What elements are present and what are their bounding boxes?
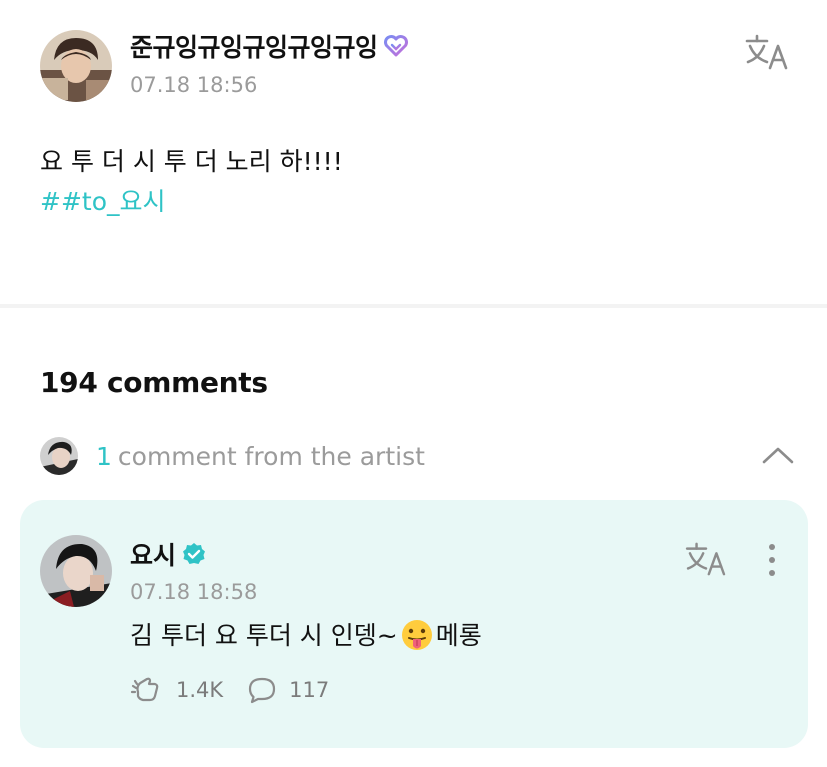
comment-author-label: 요시: [130, 541, 177, 570]
heart-badge-icon: [383, 34, 409, 58]
artist-comments-toggle[interactable]: 1 comment from the artist: [40, 432, 795, 480]
comment-text-after: 메롱: [435, 621, 482, 650]
comment-timestamp: 07.18 18:58: [130, 580, 258, 604]
artist-comment-count: 1: [96, 441, 112, 471]
comment-like-count: 1.4K: [176, 678, 224, 702]
tongue-out-emoji-icon: [400, 619, 434, 653]
section-divider: [0, 304, 827, 308]
comment-text: 김 투더 요 투더 시 인뎅~ 메롱: [130, 616, 482, 656]
post-translate-button[interactable]: [745, 34, 789, 70]
artist-comment-text: comment from the artist: [117, 441, 425, 471]
verified-badge-icon: [182, 542, 206, 566]
comments-count-heading: 194 comments: [40, 366, 268, 399]
more-vertical-icon: [769, 544, 775, 576]
artist-mini-avatar: [40, 437, 78, 475]
post-author-label: 준규잉규잉규잉규잉규잉: [130, 33, 378, 62]
post-body: 요 투 더 시 투 더 노리 하!!!! ##to_요시: [40, 142, 343, 222]
post-hashtag-link[interactable]: ##to_요시: [40, 182, 343, 222]
comment-author-avatar[interactable]: [40, 535, 112, 607]
translate-icon: [685, 542, 726, 576]
post-timestamp: 07.18 18:56: [130, 73, 258, 97]
post-text: 요 투 더 시 투 더 노리 하!!!!: [40, 147, 343, 176]
comment-more-button[interactable]: [760, 543, 784, 579]
translate-icon: [745, 34, 788, 70]
post-author-avatar[interactable]: [40, 30, 112, 102]
cheer-icon: [130, 677, 159, 702]
post-detail-page: 준규잉규잉규잉규잉규잉 07.18 18:56 요 투 더 시 투 더 노리 하…: [0, 0, 827, 767]
chevron-up-icon[interactable]: [761, 444, 795, 466]
comment-actions: 1.4K 117: [130, 676, 329, 704]
comment-like-button[interactable]: 1.4K: [130, 676, 223, 704]
comment-bubble-icon: [249, 677, 276, 704]
comment-reply-button[interactable]: 117: [247, 676, 329, 704]
comment-reply-count: 117: [289, 678, 330, 702]
artist-comments-label: 1 comment from the artist: [96, 442, 425, 471]
comment-translate-button[interactable]: [685, 542, 727, 576]
comment-text-before: 김 투더 요 투더 시 인뎅~: [130, 621, 398, 650]
comment-author-name[interactable]: 요시: [130, 536, 206, 572]
post-author-name[interactable]: 준규잉규잉규잉규잉규잉: [130, 28, 409, 64]
artist-comment-card: 요시 07.18 18:58 김 투더 요 투더 시 인뎅~ 메롱 1.4K 1…: [20, 500, 808, 748]
